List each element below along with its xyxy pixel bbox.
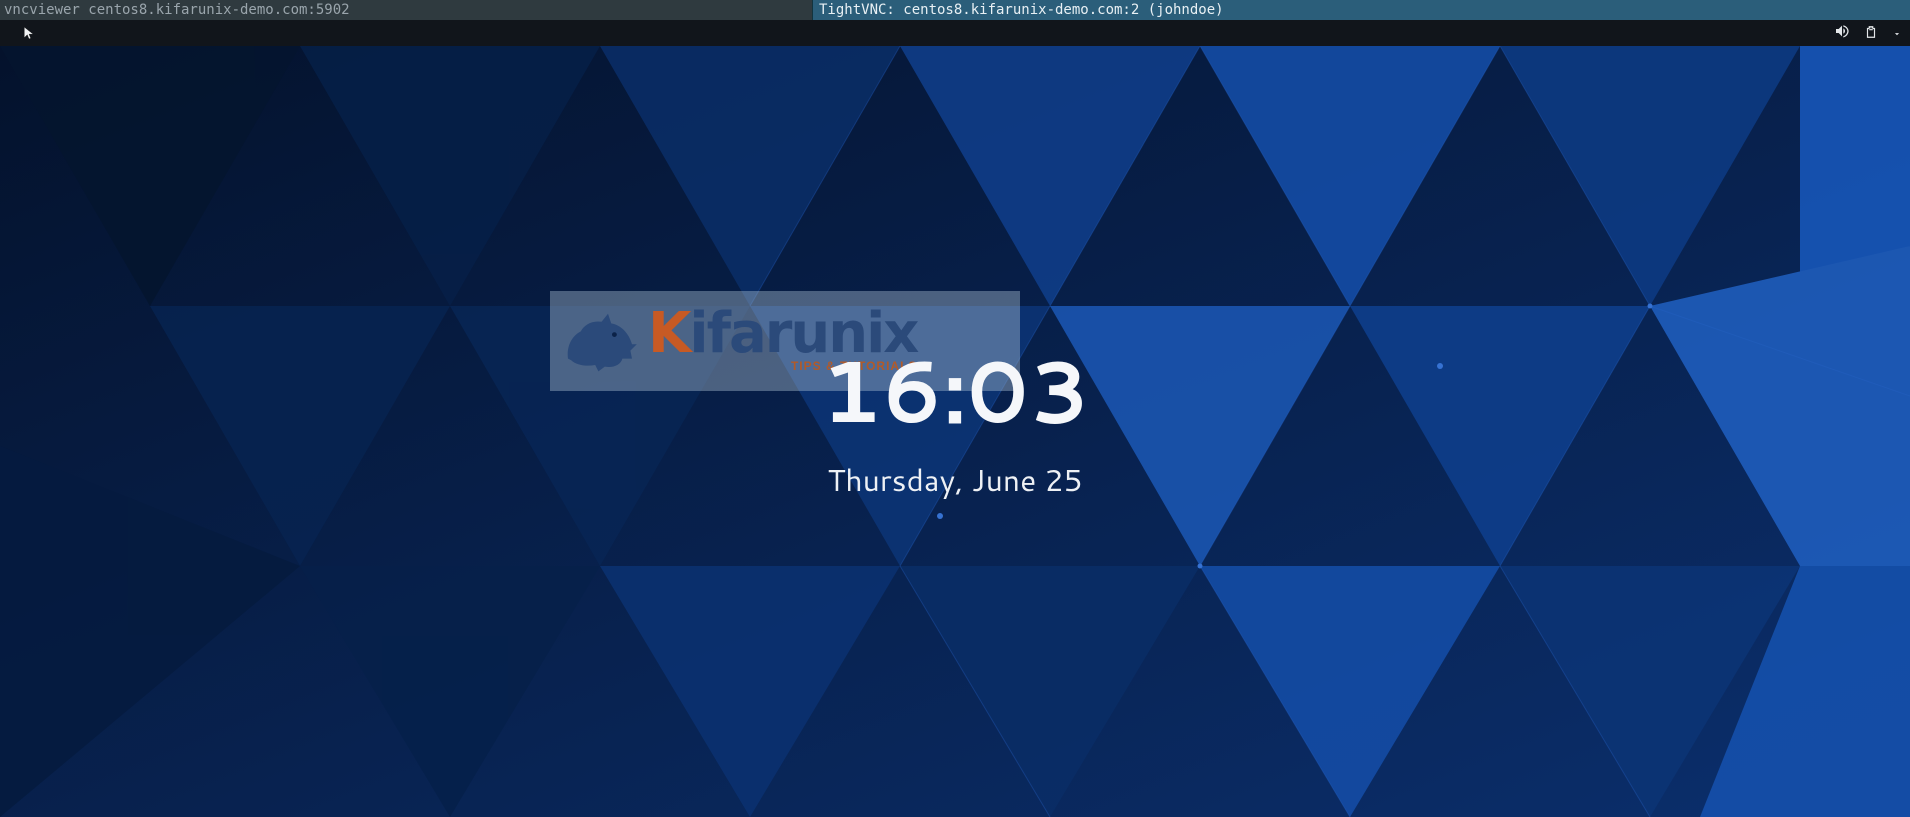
lockscreen[interactable]: 16:03 Thursday, June 25	[0, 46, 1910, 817]
status-area[interactable]	[1834, 23, 1902, 43]
cursor-icon	[22, 24, 36, 46]
clock-date: Thursday, June 25	[827, 458, 1082, 501]
tightvnc-window-title[interactable]: TightVNC: centos8.kifarunix-demo.com:2 (…	[812, 0, 1910, 20]
power-icon[interactable]	[1864, 24, 1878, 43]
gnome-topbar	[0, 20, 1910, 46]
desktop[interactable]: Kifarunix TIPS & TUTORIALS 16:03 Thursda…	[0, 46, 1910, 817]
window-titlebar-container: vncviewer centos8.kifarunix-demo.com:590…	[0, 0, 1910, 20]
clock-time: 16:03	[820, 346, 1090, 432]
vncviewer-window-title[interactable]: vncviewer centos8.kifarunix-demo.com:590…	[0, 0, 812, 20]
volume-icon[interactable]	[1834, 23, 1850, 43]
chevron-down-icon[interactable]	[1892, 24, 1902, 43]
